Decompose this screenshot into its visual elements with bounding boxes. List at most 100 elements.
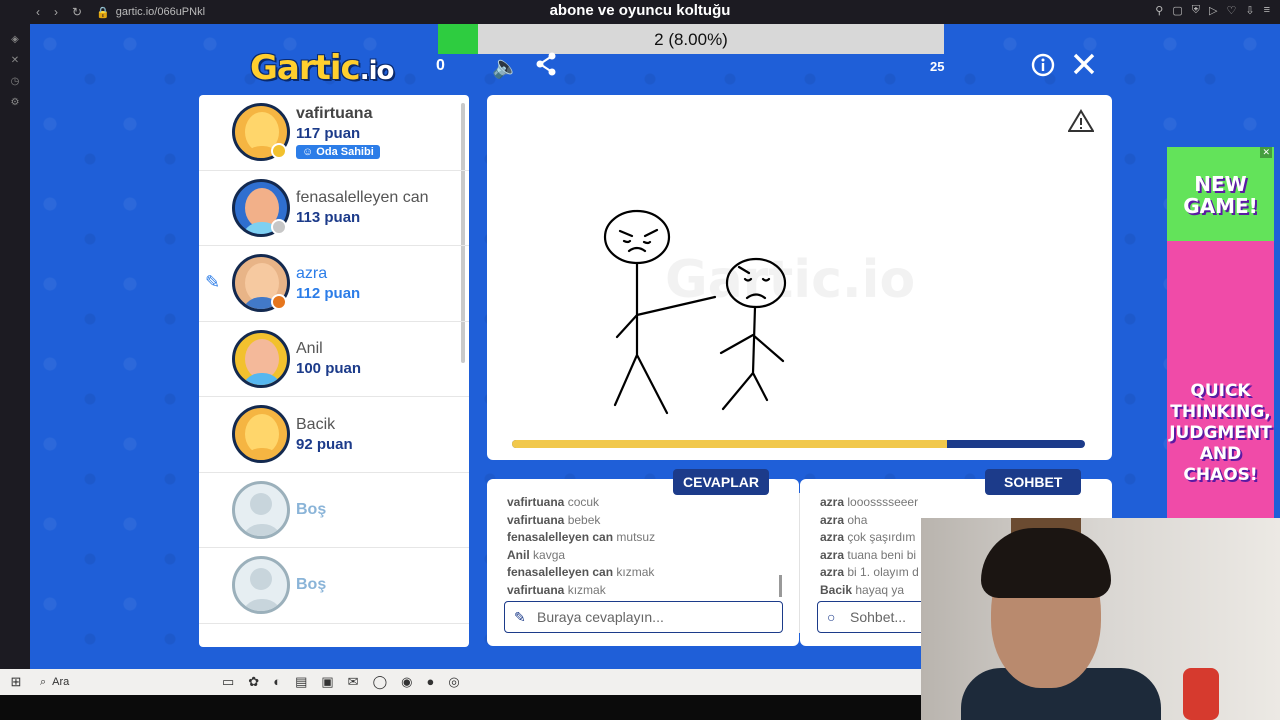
tab-answers[interactable]: CEVAPLAR: [673, 469, 769, 495]
turn-time-fill: [512, 440, 948, 448]
player-points: 117 puan: [296, 124, 361, 142]
lock-icon: 🔒: [96, 6, 110, 19]
windows-start-icon[interactable]: ⊞: [0, 674, 32, 690]
chat-message: azra oha: [820, 512, 868, 527]
edge-icon[interactable]: ◐: [273, 674, 281, 690]
opera-gx-icon[interactable]: ◯: [373, 674, 388, 690]
store-icon[interactable]: ▣: [321, 674, 333, 690]
player-item: vafirtuana 117 puan ☺ Oda Sahibi: [199, 95, 469, 171]
answer-message: fenasalelleyen can kızmak: [507, 565, 655, 579]
chat-message: azra looosssseeer: [820, 495, 919, 509]
tab-chat[interactable]: SOHBET: [985, 469, 1082, 495]
status-dot: [271, 294, 287, 310]
chat-message: Bacik hayaq ya: [820, 582, 905, 597]
obs-icon[interactable]: ●: [426, 674, 434, 690]
os-taskbar: ⊞ ⌕ Ara ▭ ✿ ◐ ▤ ▣ ✉ ◯ ◉ ● ◎: [0, 669, 921, 695]
empty-slot-label: Boş: [296, 500, 327, 518]
answer-message: vafirtuana kızmak: [507, 582, 606, 597]
pin-icon[interactable]: ⚲: [1155, 4, 1163, 17]
player-name: vafirtuana: [296, 104, 373, 122]
sidebar-settings-icon[interactable]: ⚙: [0, 97, 30, 108]
answer-input[interactable]: ✎ Buraya cevaplayın...: [504, 601, 783, 633]
chat-message: azra tuana beni bi: [820, 547, 917, 562]
drawing-canvas[interactable]: Gartic.io: [487, 95, 1112, 460]
sidebar-x-icon[interactable]: ✕: [0, 55, 30, 66]
shield-icon[interactable]: ⛨: [1192, 4, 1200, 17]
file-explorer-icon[interactable]: ▤: [295, 674, 307, 690]
heart-icon[interactable]: ♡: [1226, 4, 1236, 17]
drawing-pencil-icon: ✎: [205, 272, 221, 292]
steam-icon[interactable]: ◉: [401, 674, 412, 690]
gartic-logo: Gartic.io: [250, 48, 394, 88]
microphone: [1183, 668, 1219, 720]
player-item: ✎ azra 112 puan: [199, 246, 469, 322]
taskbar-apps: ▭ ✿ ◐ ▤ ▣ ✉ ◯ ◉ ● ◎: [222, 674, 460, 690]
avatar: [232, 480, 290, 539]
play-icon[interactable]: ▷: [1209, 4, 1217, 17]
chat-message: azra bi 1. olayım d: [820, 565, 919, 579]
advertisement[interactable]: ✕ NEW GAME! QUICK THINKING, JUDGMENT AND…: [1167, 147, 1274, 519]
mail-icon[interactable]: ✉: [348, 674, 359, 690]
answers-message-list: vafirtuana cocuk vafirtuana bebek fenasa…: [507, 494, 655, 599]
player-list: vafirtuana 117 puan ☺ Oda Sahibi fenasal…: [199, 95, 469, 647]
address-bar[interactable]: 🔒 gartic.io/066uPNkl: [96, 6, 205, 19]
player-name: azra: [296, 264, 328, 282]
browser-nav: ‹ › ↻: [0, 5, 82, 19]
menu-icon[interactable]: ≡: [1264, 4, 1270, 17]
avatar: [232, 556, 290, 615]
screenshot-icon[interactable]: ▢: [1172, 4, 1182, 17]
search-icon: ⌕: [40, 675, 47, 688]
player-item: Bacik 92 puan: [199, 397, 469, 473]
answer-message: vafirtuana bebek: [507, 512, 601, 527]
close-icon[interactable]: [1072, 52, 1096, 82]
sidebar-history-icon[interactable]: ◷: [0, 76, 30, 87]
player-points: 92 puan: [296, 435, 353, 453]
player-slot-empty[interactable]: Boş: [199, 548, 469, 624]
browser-extension-icons: ⚲ ▢ ⛨ ▷ ♡ ⇩ ≡: [1155, 4, 1270, 17]
sound-icon[interactable]: 🔈: [492, 54, 519, 80]
pencil-icon: ✎: [514, 609, 526, 625]
room-owner-badge: ☺ Oda Sahibi: [296, 144, 380, 159]
player-points: 100 puan: [296, 360, 362, 378]
chat-message-list: azra looosssseeer azra oha azra çok şaşı…: [820, 494, 919, 599]
turn-time-bar: [512, 440, 1085, 448]
reload-icon[interactable]: ↻: [72, 5, 82, 19]
answers-scrollbar[interactable]: [779, 575, 782, 597]
answer-message: Anil kavga: [507, 547, 566, 562]
copilot-icon[interactable]: ✿: [248, 674, 259, 690]
status-dot: [271, 143, 287, 159]
player-item: fenasalelleyen can 113 puan: [199, 171, 469, 246]
bottom-strip: [0, 695, 921, 720]
round-progress-label: 2 (8.00%): [654, 30, 728, 49]
url-text: gartic.io/066uPNkl: [115, 6, 206, 18]
forward-icon[interactable]: ›: [54, 5, 58, 19]
task-view-icon[interactable]: ▭: [222, 674, 234, 690]
my-score: 0: [436, 57, 445, 74]
browser-sidebar: ◈ ✕ ◷ ⚙: [0, 24, 30, 669]
back-icon[interactable]: ‹: [36, 5, 40, 19]
info-icon[interactable]: [1031, 53, 1055, 83]
discord-icon[interactable]: ◎: [448, 674, 459, 690]
ad-headline: NEW GAME!: [1167, 147, 1274, 241]
avatar: [232, 405, 290, 464]
ad-close-icon[interactable]: ✕: [1260, 147, 1272, 158]
chat-bubble-icon: ○: [827, 609, 836, 625]
ad-tagline: QUICK THINKING, JUDGMENT AND CHAOS!: [1167, 241, 1274, 519]
download-icon[interactable]: ⇩: [1245, 4, 1254, 17]
player-name: Bacik: [296, 415, 336, 433]
taskbar-search[interactable]: ⌕ Ara: [32, 676, 162, 689]
status-dot: [271, 218, 287, 235]
webcam-overlay: [921, 518, 1280, 720]
stick-figure-drawing: [603, 209, 787, 415]
player-slot-empty[interactable]: Boş: [199, 473, 469, 548]
round-timer: 25: [930, 59, 945, 74]
player-item: Anil 100 puan: [199, 322, 469, 397]
player-name: Anil: [296, 340, 323, 358]
share-icon[interactable]: [535, 52, 557, 82]
report-warning-icon[interactable]: [1067, 109, 1095, 139]
player-name: fenasalelleyen can: [296, 189, 429, 207]
empty-slot-label: Boş: [296, 576, 327, 594]
player-points: 113 puan: [296, 209, 361, 227]
sidebar-twitch-icon[interactable]: ◈: [0, 34, 30, 45]
answers-panel: vafirtuana cocuk vafirtuana bebek fenasa…: [487, 479, 799, 646]
